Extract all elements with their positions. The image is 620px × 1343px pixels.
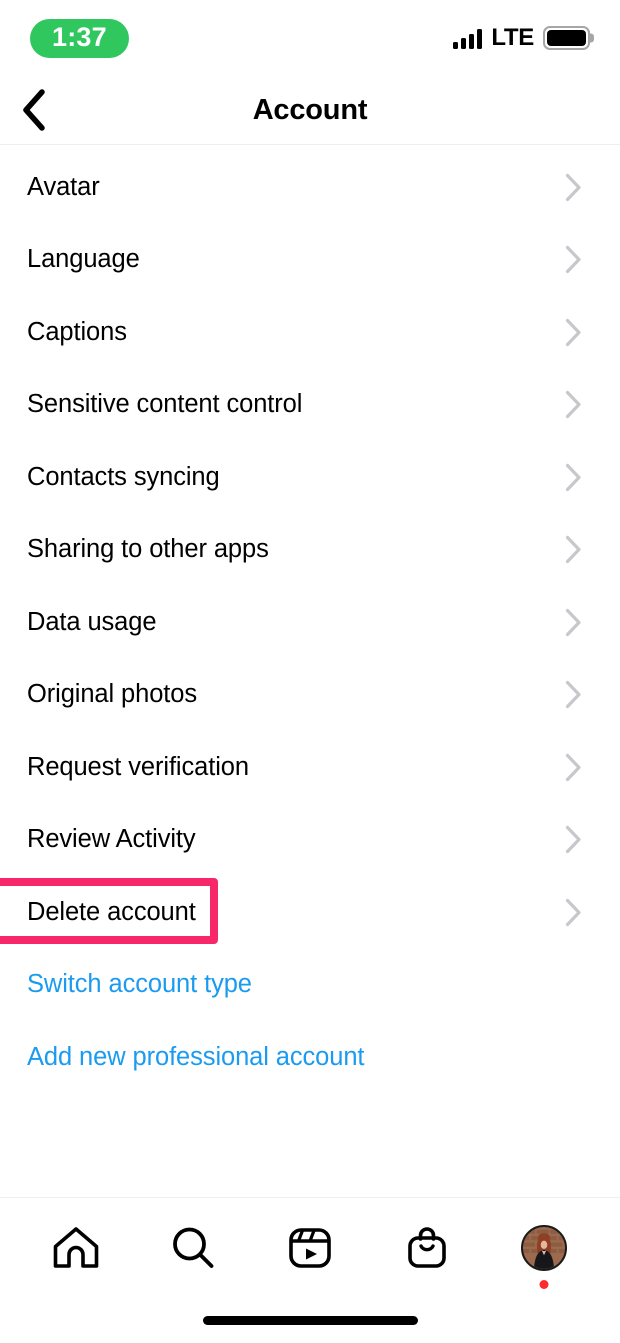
- bottom-tab-bar: [0, 1197, 620, 1297]
- tab-home[interactable]: [28, 1209, 124, 1287]
- chevron-right-icon: [565, 898, 581, 926]
- reels-icon: [289, 1227, 331, 1268]
- list-item-original-photos[interactable]: Original photos: [0, 659, 620, 732]
- chevron-right-icon: [565, 318, 581, 346]
- list-item-label: Avatar: [27, 172, 100, 201]
- shopping-bag-icon: [407, 1226, 446, 1268]
- list-item-delete-account[interactable]: Delete account: [0, 876, 620, 949]
- chevron-right-icon: [565, 173, 581, 201]
- status-bar: 1:37 LTE: [0, 0, 620, 76]
- list-item-language[interactable]: Language: [0, 224, 620, 297]
- chevron-right-icon: [565, 681, 581, 709]
- chevron-right-icon: [565, 753, 581, 781]
- list-item-request-verification[interactable]: Request verification: [0, 731, 620, 804]
- list-item-sharing-to-other-apps[interactable]: Sharing to other apps: [0, 514, 620, 587]
- tab-profile[interactable]: [496, 1209, 592, 1289]
- page-title: Account: [252, 93, 368, 126]
- tab-search[interactable]: [145, 1209, 241, 1287]
- home-indicator-area: [0, 1297, 620, 1343]
- list-item-captions[interactable]: Captions: [0, 296, 620, 369]
- list-item-label: Delete account: [27, 897, 196, 926]
- search-icon: [173, 1227, 214, 1268]
- list-item-label: Contacts syncing: [27, 462, 220, 491]
- home-indicator-bar[interactable]: [202, 1315, 418, 1325]
- home-icon: [54, 1226, 99, 1268]
- battery-full-icon: [543, 26, 594, 50]
- chevron-right-icon: [565, 608, 581, 636]
- list-item-data-usage[interactable]: Data usage: [0, 586, 620, 659]
- nav-header: Account: [0, 76, 620, 145]
- tab-shop[interactable]: [379, 1209, 475, 1287]
- link-add-new-professional-account[interactable]: Add new professional account: [0, 1021, 620, 1094]
- list-item-label: Sharing to other apps: [27, 535, 269, 564]
- link-switch-account-type[interactable]: Switch account type: [0, 949, 620, 1022]
- avatar-wrap: [520, 1224, 567, 1289]
- chevron-right-icon: [565, 536, 581, 564]
- list-item-sensitive-content-control[interactable]: Sensitive content control: [0, 369, 620, 442]
- list-item-label: Captions: [27, 317, 127, 346]
- chevron-right-icon: [565, 391, 581, 419]
- network-type-label: LTE: [491, 24, 534, 51]
- list-item-label: Data usage: [27, 607, 157, 636]
- chevron-right-icon: [565, 246, 581, 274]
- chevron-right-icon: [565, 463, 581, 491]
- signal-bars-icon: [453, 28, 483, 49]
- list-item-label: Review Activity: [27, 825, 196, 854]
- app-screen: 1:37 LTE Account Avatar Language Caption…: [0, 0, 620, 1343]
- tab-reels[interactable]: [262, 1209, 358, 1287]
- list-item-label: Sensitive content control: [27, 390, 303, 419]
- list-item-avatar[interactable]: Avatar: [0, 151, 620, 224]
- link-label: Add new professional account: [27, 1042, 365, 1071]
- chevron-right-icon: [565, 826, 581, 854]
- status-time-pill: 1:37: [30, 18, 129, 58]
- avatar: [520, 1224, 567, 1271]
- list-item-review-activity[interactable]: Review Activity: [0, 804, 620, 877]
- back-button[interactable]: [10, 87, 56, 133]
- list-item-label: Language: [27, 245, 140, 274]
- list-item-contacts-syncing[interactable]: Contacts syncing: [0, 441, 620, 514]
- settings-list: Avatar Language Captions Sensitive conte…: [0, 145, 620, 1197]
- avatar-image: [522, 1226, 565, 1269]
- status-indicators: LTE: [453, 24, 594, 51]
- chevron-left-icon: [23, 89, 45, 131]
- list-item-label: Original photos: [27, 680, 198, 709]
- notification-dot-badge: [539, 1279, 549, 1289]
- list-item-label: Request verification: [27, 752, 249, 781]
- link-label: Switch account type: [27, 970, 252, 999]
